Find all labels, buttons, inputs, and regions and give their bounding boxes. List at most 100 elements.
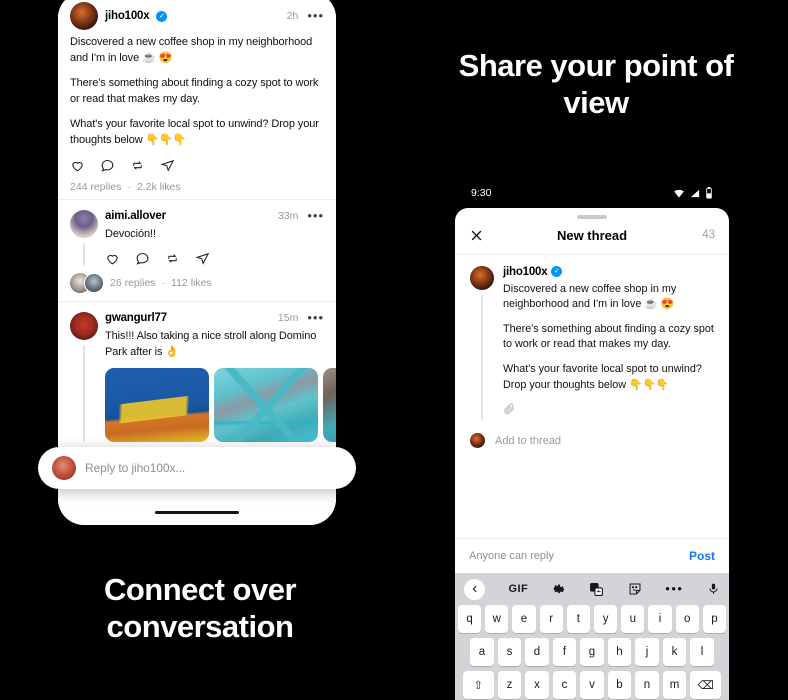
add-to-thread-label[interactable]: Add to thread	[495, 435, 561, 447]
replies-count[interactable]: 26 replies	[110, 277, 156, 289]
key[interactable]: o	[675, 605, 699, 633]
back-chevron-icon[interactable]	[464, 578, 485, 600]
reply-layout: gwangurl77 15m ••• This!!! Also taking a…	[70, 311, 336, 443]
like-icon[interactable]	[70, 158, 85, 173]
compose-area[interactable]: jiho100x ✓ Discovered a new coffee shop …	[455, 255, 729, 539]
key[interactable]: l	[690, 638, 714, 666]
key[interactable]: h	[607, 638, 632, 666]
avatar	[84, 273, 104, 294]
repost-icon[interactable]	[165, 251, 180, 266]
reply-composer-bar[interactable]: Reply to jiho100x...	[38, 447, 356, 489]
reply-icon[interactable]	[100, 158, 115, 173]
keyboard-row: q w e r t y u i o p	[457, 605, 727, 633]
key[interactable]: q	[457, 605, 482, 633]
key[interactable]: m	[662, 671, 687, 699]
compose-text[interactable]: Discovered a new coffee shop in my neigh…	[503, 282, 715, 394]
promo-screenshot: Share your point of view Connect over co…	[0, 0, 788, 700]
avatar[interactable]	[70, 312, 98, 341]
key[interactable]: t	[566, 605, 590, 633]
key[interactable]: u	[621, 605, 645, 633]
share-icon[interactable]	[195, 251, 210, 266]
reply-actions	[105, 251, 324, 266]
post-header: jiho100x ✓ 2h •••	[70, 2, 324, 30]
keyboard-toolbar: GIF •••	[455, 573, 729, 605]
reply-layout: aimi.allover 33m ••• Devoción!!	[70, 209, 324, 267]
add-to-thread-row[interactable]: Add to thread	[469, 433, 715, 449]
wifi-icon	[674, 189, 684, 198]
photo-thumbnail[interactable]	[323, 368, 336, 443]
audience-selector[interactable]: Anyone can reply	[469, 550, 554, 562]
reply-text: Devoción!!	[105, 227, 156, 240]
key[interactable]: b	[607, 671, 632, 699]
thread-rail	[70, 209, 98, 267]
key[interactable]: i	[648, 605, 672, 633]
key[interactable]: r	[539, 605, 563, 633]
key[interactable]: v	[580, 671, 604, 699]
gear-icon[interactable]	[552, 582, 566, 596]
key[interactable]: k	[662, 638, 687, 666]
post-actions	[70, 158, 324, 173]
avatar	[470, 265, 494, 290]
likes-count[interactable]: 2.2k likes	[137, 181, 181, 193]
key[interactable]: n	[635, 671, 659, 699]
close-icon[interactable]	[469, 228, 484, 243]
more-options-icon[interactable]: •••	[307, 9, 324, 22]
photo-carousel[interactable]	[105, 368, 336, 443]
more-options-icon[interactable]: •••	[307, 209, 324, 222]
gif-button[interactable]: GIF	[509, 583, 529, 595]
sticker-icon[interactable]	[628, 582, 642, 596]
replies-count[interactable]: 244 replies	[70, 181, 121, 193]
sheet-title: New thread	[556, 227, 628, 243]
compose-paragraph: What's your favorite local spot to unwin…	[503, 363, 702, 391]
key[interactable]: f	[552, 638, 577, 666]
shift-key[interactable]: ⇧	[462, 671, 494, 699]
photo-thumbnail[interactable]	[105, 368, 209, 443]
keyboard-row: a s d f g h j k l	[458, 638, 726, 666]
status-time: 9:30	[471, 187, 492, 199]
more-options-icon[interactable]: •••	[307, 311, 324, 324]
keyboard-keys: q w e r t y u i o p a s d f g h j k l ⇧ …	[455, 605, 729, 699]
post-paragraph: What's your favorite local spot to unwin…	[70, 118, 319, 147]
reply-item[interactable]: gwangurl77 15m ••• This!!! Also taking a…	[58, 302, 336, 452]
key[interactable]: y	[594, 605, 618, 633]
repost-icon[interactable]	[130, 158, 145, 173]
key[interactable]: w	[485, 605, 509, 633]
reply-timestamp: 33m	[277, 209, 299, 222]
share-icon[interactable]	[160, 158, 175, 173]
key[interactable]: c	[552, 671, 577, 699]
key[interactable]: g	[580, 638, 604, 666]
paperclip-icon[interactable]	[503, 402, 715, 420]
microphone-icon[interactable]	[707, 582, 720, 596]
metrics-separator: ·	[127, 180, 131, 193]
status-bar: 9:30	[455, 178, 729, 208]
reply-item[interactable]: aimi.allover 33m ••• Devoción!! 26 repli…	[58, 200, 336, 303]
verified-badge-icon: ✓	[551, 266, 563, 277]
reply-timestamp: 15m	[277, 312, 299, 325]
key[interactable]: j	[635, 638, 659, 666]
key[interactable]: d	[525, 638, 549, 666]
key[interactable]: e	[512, 605, 536, 633]
post-username[interactable]: jiho100x	[105, 10, 150, 22]
key[interactable]: a	[470, 638, 494, 666]
reply-icon[interactable]	[135, 251, 150, 266]
avatar[interactable]	[70, 2, 98, 30]
avatar[interactable]	[70, 209, 98, 238]
main-post[interactable]: jiho100x ✓ 2h ••• Discovered a new coffe…	[58, 0, 336, 200]
reply-header-right: 15m •••	[277, 311, 324, 325]
reply-input-placeholder[interactable]: Reply to jiho100x...	[85, 461, 185, 475]
compose-body: jiho100x ✓ Discovered a new coffee shop …	[503, 266, 715, 421]
more-dots-icon[interactable]: •••	[665, 582, 683, 595]
backspace-key[interactable]: ⌫	[690, 671, 722, 699]
key[interactable]: z	[497, 671, 522, 699]
photo-thumbnail[interactable]	[214, 368, 318, 443]
reply-username[interactable]: aimi.allover	[105, 210, 166, 222]
key[interactable]: p	[702, 605, 727, 633]
likes-count[interactable]: 112 likes	[171, 277, 212, 289]
reply-username[interactable]: gwangurl77	[105, 312, 167, 324]
key[interactable]: s	[497, 638, 522, 666]
post-button[interactable]: Post	[689, 549, 715, 563]
like-icon[interactable]	[105, 251, 120, 266]
compose-rail	[469, 265, 495, 421]
key[interactable]: x	[525, 671, 549, 699]
translate-icon[interactable]	[589, 582, 604, 597]
